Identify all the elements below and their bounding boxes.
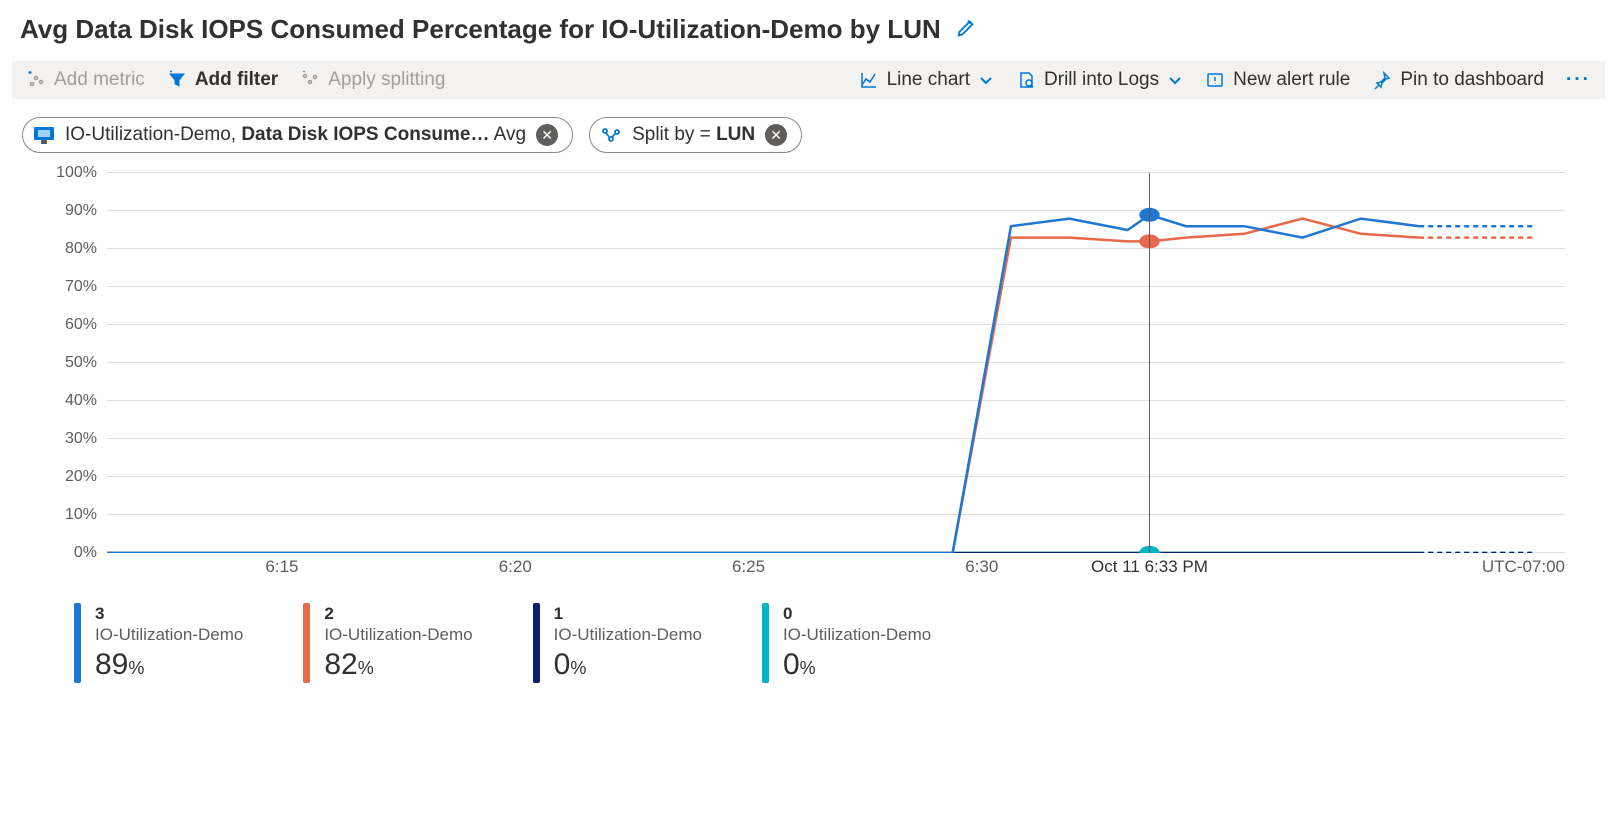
drill-logs-button[interactable]: Drill into Logs xyxy=(1016,69,1183,91)
legend-current-value: 0% xyxy=(783,646,931,684)
time-cursor xyxy=(1149,173,1150,553)
y-tick-label: 30% xyxy=(42,430,97,448)
y-tick-label: 90% xyxy=(42,202,97,220)
chart-type-label: Line chart xyxy=(887,69,970,91)
legend-resource-name: IO-Utilization-Demo xyxy=(95,624,243,645)
alert-icon xyxy=(1205,70,1225,90)
add-metric-button[interactable]: Add metric xyxy=(26,69,145,91)
page-title: Avg Data Disk IOPS Consumed Percentage f… xyxy=(20,14,941,45)
y-tick-label: 80% xyxy=(42,240,97,258)
y-tick-label: 0% xyxy=(42,544,97,562)
x-tick-label: 6:20 xyxy=(499,557,532,577)
timezone-label: UTC-07:00 xyxy=(1482,557,1565,577)
chevron-down-icon xyxy=(978,72,994,88)
legend-series-name: 1 xyxy=(554,603,702,624)
split-pill[interactable]: Split by = LUN ✕ xyxy=(589,117,802,153)
remove-metric-icon[interactable]: ✕ xyxy=(536,124,558,146)
chevron-down-icon xyxy=(1167,72,1183,88)
new-alert-label: New alert rule xyxy=(1233,69,1350,91)
vm-icon xyxy=(33,125,55,145)
legend-item[interactable]: 1 IO-Utilization-Demo 0% xyxy=(533,603,702,683)
line-chart-icon xyxy=(859,70,879,90)
legend-series-name: 3 xyxy=(95,603,243,624)
new-alert-button[interactable]: New alert rule xyxy=(1205,69,1350,91)
edit-title-icon[interactable] xyxy=(955,17,977,42)
y-tick-label: 100% xyxy=(42,164,97,182)
legend-color-bar xyxy=(303,603,310,683)
legend-series-name: 2 xyxy=(324,603,472,624)
pin-dashboard-button[interactable]: Pin to dashboard xyxy=(1372,69,1544,91)
legend-current-value: 82% xyxy=(324,646,472,684)
split-pill-text: Split by = LUN xyxy=(632,124,755,146)
legend-resource-name: IO-Utilization-Demo xyxy=(783,624,931,645)
apply-splitting-label: Apply splitting xyxy=(328,69,445,91)
y-tick-label: 10% xyxy=(42,506,97,524)
filter-icon xyxy=(167,70,187,90)
pin-dashboard-label: Pin to dashboard xyxy=(1400,69,1544,91)
split-icon xyxy=(300,70,320,90)
split-pill-icon xyxy=(600,125,622,145)
pin-icon xyxy=(1372,70,1392,90)
logs-icon xyxy=(1016,70,1036,90)
add-filter-label: Add filter xyxy=(195,69,278,91)
remove-split-icon[interactable]: ✕ xyxy=(765,124,787,146)
legend-item[interactable]: 0 IO-Utilization-Demo 0% xyxy=(762,603,931,683)
legend-item[interactable]: 3 IO-Utilization-Demo 89% xyxy=(74,603,243,683)
y-tick-label: 50% xyxy=(42,354,97,372)
metric-pill[interactable]: IO-Utilization-Demo, Data Disk IOPS Cons… xyxy=(22,117,573,153)
drill-logs-label: Drill into Logs xyxy=(1044,69,1159,91)
cursor-time-label: Oct 11 6:33 PM xyxy=(1091,557,1208,577)
legend-current-value: 89% xyxy=(95,646,243,684)
legend-item[interactable]: 2 IO-Utilization-Demo 82% xyxy=(303,603,472,683)
metric-pill-text: IO-Utilization-Demo, Data Disk IOPS Cons… xyxy=(65,124,526,146)
y-tick-label: 60% xyxy=(42,316,97,334)
y-tick-label: 70% xyxy=(42,278,97,296)
x-tick-label: 6:25 xyxy=(732,557,765,577)
add-filter-button[interactable]: Add filter xyxy=(167,69,278,91)
add-metric-label: Add metric xyxy=(54,69,145,91)
chart-type-button[interactable]: Line chart xyxy=(859,69,994,91)
x-tick-label: 6:15 xyxy=(265,557,298,577)
apply-splitting-button[interactable]: Apply splitting xyxy=(300,69,445,91)
x-tick-label: 6:30 xyxy=(965,557,998,577)
legend-resource-name: IO-Utilization-Demo xyxy=(324,624,472,645)
add-metric-icon xyxy=(26,70,46,90)
legend-resource-name: IO-Utilization-Demo xyxy=(554,624,702,645)
more-button[interactable]: ··· xyxy=(1566,69,1591,91)
legend-current-value: 0% xyxy=(554,646,702,684)
legend-color-bar xyxy=(533,603,540,683)
legend-color-bar xyxy=(762,603,769,683)
y-tick-label: 20% xyxy=(42,468,97,486)
chart-legend: 3 IO-Utilization-Demo 89% 2 IO-Utilizati… xyxy=(12,593,1605,683)
legend-series-name: 0 xyxy=(783,603,931,624)
legend-color-bar xyxy=(74,603,81,683)
y-tick-label: 40% xyxy=(42,392,97,410)
chart-toolbar: Add metric Add filter Apply splitting Li… xyxy=(12,61,1605,99)
chart-area[interactable]: 0%10%20%30%40%50%60%70%80%90%100% 6:156:… xyxy=(32,173,1585,593)
